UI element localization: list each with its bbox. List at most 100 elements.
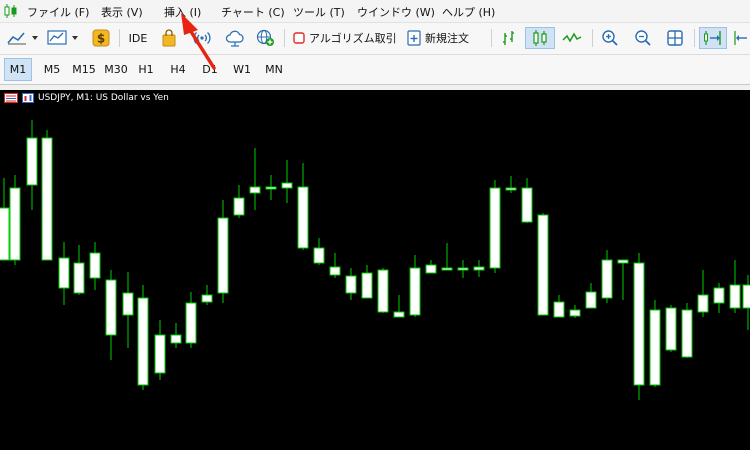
timeframe-w1[interactable]: W1 <box>229 58 255 81</box>
menu-window[interactable]: ウインドウ (W) <box>357 4 435 20</box>
candlestick-icon <box>533 30 547 46</box>
candle-body <box>633 262 645 386</box>
bar-chart-icon <box>503 31 514 45</box>
candle-body <box>89 252 101 279</box>
auto-scroll-button[interactable] <box>699 27 727 49</box>
menu-view[interactable]: 表示 (V) <box>101 4 143 20</box>
menu-insert[interactable]: 挿入 (I) <box>164 4 201 20</box>
line-graph-icon <box>562 32 582 43</box>
timeframe-h4[interactable]: H4 <box>165 58 191 81</box>
vps-button[interactable] <box>224 27 246 49</box>
menu-chart[interactable]: チャート (C) <box>221 4 285 20</box>
candle-body <box>742 284 750 309</box>
candle-body <box>249 186 261 194</box>
market-button[interactable]: $ <box>90 27 112 49</box>
timeframe-d1[interactable]: D1 <box>197 58 223 81</box>
candle-body <box>297 186 309 249</box>
candle-body <box>0 207 10 261</box>
candlestick-button[interactable] <box>525 27 555 49</box>
candle-body <box>537 214 549 316</box>
candle-body <box>41 137 53 261</box>
chart-symbol-title: USDJPY, M1: US Dollar vs Yen <box>38 93 169 103</box>
stop-square-icon <box>293 32 305 44</box>
chart-window[interactable]: USDJPY, M1: US Dollar vs Yen <box>0 90 750 450</box>
globe-add-icon <box>256 29 274 46</box>
menu-help[interactable]: ヘルプ (H) <box>442 4 495 20</box>
auto-scroll-icon <box>704 31 721 45</box>
candle-body <box>58 257 70 289</box>
tile-windows-button[interactable] <box>663 27 687 49</box>
new-order-label: 新規注文 <box>425 32 469 45</box>
line-chart-icon <box>7 32 38 45</box>
timeframe-m5[interactable]: M5 <box>38 58 66 81</box>
timeframe-m15[interactable]: M15 <box>68 58 100 81</box>
indicator-list-icon <box>22 93 34 103</box>
candle-body <box>329 266 341 276</box>
line-chart-button[interactable] <box>559 27 585 49</box>
candle-body <box>425 264 437 274</box>
candle-body <box>553 301 565 318</box>
toolbar-separator <box>119 29 120 47</box>
candle-body <box>26 137 38 186</box>
bar-chart-button[interactable] <box>497 27 521 49</box>
timeframe-m1[interactable]: M1 <box>4 58 32 81</box>
candle-body <box>681 309 693 358</box>
template-chart-icon <box>47 30 78 45</box>
menu-tools[interactable]: ツール (T) <box>293 4 345 20</box>
chart-shift-button[interactable] <box>731 27 750 49</box>
shopping-bag-button[interactable] <box>158 27 180 49</box>
signal-waves-icon <box>193 32 211 44</box>
chart-title: USDJPY, M1: US Dollar vs Yen <box>4 93 169 103</box>
candle-body <box>617 259 629 264</box>
ide-label: IDE <box>128 31 148 45</box>
templates-dropdown[interactable] <box>46 27 82 49</box>
candle-body <box>697 294 709 313</box>
candle-body <box>154 334 166 374</box>
candle-body <box>137 297 149 386</box>
candle-body <box>361 272 373 299</box>
candle-body <box>233 197 245 216</box>
zoom-out-button[interactable] <box>631 27 655 49</box>
menu-bar: ファイル (F) 表示 (V) 挿入 (I) チャート (C) ツール (T) … <box>0 0 750 23</box>
candle-body <box>729 284 741 309</box>
standard-toolbar: $ IDE アルゴリズム取引 新規注文 <box>0 23 750 55</box>
zoom-out-icon <box>635 30 651 46</box>
candle-body <box>569 309 581 317</box>
zoom-in-button[interactable] <box>598 27 622 49</box>
signals-button[interactable] <box>192 27 212 49</box>
chart-shift-icon <box>734 31 747 45</box>
timeframe-m30[interactable]: M30 <box>100 58 132 81</box>
candle-body <box>345 275 357 294</box>
candle-body <box>377 269 389 313</box>
timeframe-h1[interactable]: H1 <box>133 58 159 81</box>
candlestick-chart <box>0 120 750 400</box>
candle-body <box>665 307 677 351</box>
community-button[interactable] <box>255 27 277 49</box>
timeframe-mn[interactable]: MN <box>261 58 287 81</box>
new-order-icon <box>407 30 421 46</box>
candle-body <box>105 279 117 336</box>
candle-body <box>409 267 421 316</box>
candle-body <box>393 311 405 318</box>
algo-trading-button[interactable]: アルゴリズム取引 <box>292 27 398 49</box>
toolbar-separator <box>284 29 285 47</box>
candle-body <box>217 217 229 294</box>
candle-body <box>122 292 134 316</box>
candle-body <box>313 247 325 264</box>
candle-body <box>601 259 613 299</box>
candle-body <box>9 187 21 261</box>
chart-type-dropdown[interactable] <box>6 27 42 49</box>
new-order-button[interactable]: 新規注文 <box>406 27 488 49</box>
menu-file[interactable]: ファイル (F) <box>27 4 89 20</box>
svg-text:$: $ <box>97 32 105 46</box>
toolbar-separator <box>592 29 593 47</box>
candle-body <box>457 267 469 271</box>
algo-trading-label: アルゴリズム取引 <box>309 32 397 45</box>
candle-body <box>649 309 661 386</box>
ide-button[interactable]: IDE <box>124 27 152 49</box>
dollar-icon: $ <box>92 29 110 47</box>
chart-window-icon <box>4 93 18 103</box>
candle-body <box>201 294 213 303</box>
candle-body <box>265 186 277 190</box>
candle-body <box>489 187 501 269</box>
